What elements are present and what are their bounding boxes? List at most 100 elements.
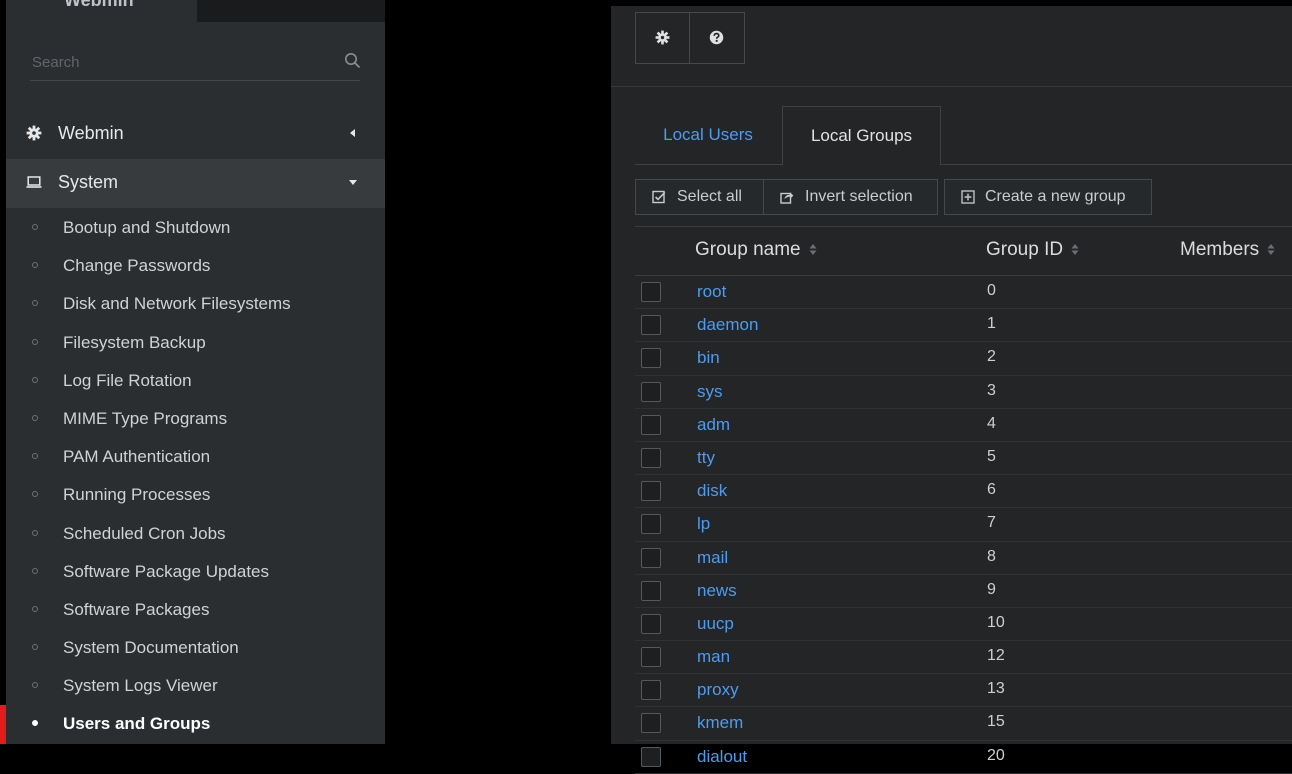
sidebar: Webmin Webmin bbox=[6, 0, 385, 744]
nav-category-webmin[interactable]: Webmin bbox=[6, 110, 385, 158]
sidebar-item-label: Scheduled Cron Jobs bbox=[63, 523, 226, 543]
table-row: news 9 bbox=[635, 575, 1292, 608]
group-name-link[interactable]: root bbox=[697, 282, 726, 302]
sidebar-item-label: MIME Type Programs bbox=[63, 408, 228, 428]
sidebar-item-processes[interactable]: Running Processes bbox=[6, 476, 385, 514]
help-button[interactable] bbox=[689, 12, 745, 64]
group-name-link[interactable]: bin bbox=[697, 348, 720, 368]
nav-category-label: System bbox=[58, 172, 119, 192]
sidebar-item-cron[interactable]: Scheduled Cron Jobs bbox=[6, 515, 385, 553]
sidebar-item-label: Bootup and Shutdown bbox=[63, 218, 231, 237]
select-all-button[interactable]: Select all bbox=[635, 179, 764, 215]
group-name-link[interactable]: lp bbox=[697, 514, 710, 534]
group-name-link[interactable]: sys bbox=[697, 382, 723, 402]
row-checkbox[interactable] bbox=[641, 447, 661, 468]
bullet-icon bbox=[32, 262, 38, 269]
sidebar-item-filesystem-backup[interactable]: Filesystem Backup bbox=[6, 324, 385, 362]
sidebar-item-users-groups[interactable]: Users and Groups bbox=[6, 705, 385, 743]
sort-icon bbox=[809, 244, 817, 256]
group-name-link[interactable]: disk bbox=[697, 481, 727, 501]
row-checkbox[interactable] bbox=[641, 514, 661, 535]
create-group-button[interactable]: Create a new group bbox=[944, 179, 1152, 215]
search-input[interactable] bbox=[30, 50, 324, 74]
sidebar-item-filesystems[interactable]: Disk and Network Filesystems bbox=[6, 285, 385, 323]
row-checkbox[interactable] bbox=[641, 315, 661, 336]
invert-selection-button[interactable]: Invert selection bbox=[763, 179, 938, 215]
group-name-link[interactable]: daemon bbox=[697, 315, 758, 335]
group-id-cell: 15 bbox=[987, 713, 1005, 731]
sidebar-item-pam[interactable]: PAM Authentication bbox=[6, 438, 385, 476]
group-name-link[interactable]: tty bbox=[697, 448, 715, 468]
row-checkbox[interactable] bbox=[641, 414, 661, 435]
row-checkbox[interactable] bbox=[641, 381, 661, 402]
table-row: dialout 20 bbox=[635, 741, 1292, 774]
bullet-icon bbox=[32, 300, 38, 307]
group-name-link[interactable]: dialout bbox=[697, 747, 747, 767]
column-header-group-id[interactable]: Group ID bbox=[986, 239, 1079, 261]
sidebar-item-bootup[interactable]: Bootup and Shutdown bbox=[6, 209, 385, 247]
row-checkbox[interactable] bbox=[641, 613, 661, 634]
sidebar-item-mime-types[interactable]: MIME Type Programs bbox=[6, 400, 385, 438]
tab-local-users[interactable]: Local Users bbox=[635, 106, 781, 164]
sidebar-item-label: Filesystem Backup bbox=[63, 332, 206, 352]
group-name-link[interactable]: proxy bbox=[697, 680, 739, 700]
column-header-members[interactable]: Members bbox=[1180, 239, 1275, 261]
group-id-cell: 12 bbox=[987, 647, 1005, 665]
sidebar-item-label: Software Package Updates bbox=[63, 561, 270, 581]
group-name-link[interactable]: man bbox=[697, 647, 730, 667]
sidebar-item-change-passwords[interactable]: Change Passwords bbox=[6, 247, 385, 285]
table-row: uucp 10 bbox=[635, 608, 1292, 642]
group-name-link[interactable]: uucp bbox=[697, 614, 734, 634]
row-checkbox[interactable] bbox=[641, 547, 661, 568]
group-name-link[interactable]: mail bbox=[697, 548, 728, 568]
column-header-label: Group ID bbox=[986, 239, 1064, 260]
bullet-icon bbox=[32, 376, 38, 383]
sidebar-item-label: Users and Groups bbox=[63, 714, 211, 734]
search-icon[interactable] bbox=[344, 52, 362, 70]
row-checkbox[interactable] bbox=[641, 481, 661, 502]
sidebar-item-label: PAM Authentication bbox=[63, 447, 211, 467]
sidebar-item-label: Disk and Network Filesystems bbox=[63, 294, 291, 314]
bullet-icon bbox=[32, 338, 38, 345]
sidebar-item-documentation[interactable]: System Documentation bbox=[6, 629, 385, 667]
sidebar-item-logs-viewer[interactable]: System Logs Viewer bbox=[6, 667, 385, 705]
table-row: sys 3 bbox=[635, 376, 1292, 409]
invert-selection-label: Invert selection bbox=[805, 188, 913, 205]
module-config-button[interactable] bbox=[635, 12, 691, 64]
group-name-link[interactable]: news bbox=[697, 581, 737, 601]
sidebar-item-package-updates[interactable]: Software Package Updates bbox=[6, 553, 385, 591]
table-row: mail 8 bbox=[635, 542, 1292, 575]
select-all-label: Select all bbox=[677, 188, 742, 205]
column-header-group-name[interactable]: Group name bbox=[695, 239, 817, 261]
tab-local-groups[interactable]: Local Groups bbox=[782, 106, 941, 166]
row-checkbox[interactable] bbox=[641, 746, 661, 767]
table-row: root 0 bbox=[635, 276, 1292, 310]
brand-strip: Webmin bbox=[6, 0, 385, 22]
brand-strip-dark bbox=[197, 0, 385, 22]
group-name-link[interactable]: adm bbox=[697, 415, 730, 435]
nav-category-system[interactable]: System bbox=[6, 159, 385, 208]
bullet-icon bbox=[32, 644, 38, 651]
bullet-icon bbox=[32, 682, 38, 689]
row-checkbox[interactable] bbox=[641, 647, 661, 668]
sidebar-item-label: Running Processes bbox=[63, 485, 211, 505]
bullet-icon bbox=[32, 529, 38, 536]
row-checkbox[interactable] bbox=[641, 580, 661, 601]
table-row: kmem 15 bbox=[635, 707, 1292, 741]
sidebar-item-log-rotation[interactable]: Log File Rotation bbox=[6, 362, 385, 400]
group-id-cell: 7 bbox=[987, 514, 996, 532]
bullet-icon bbox=[32, 414, 38, 421]
bullet-icon bbox=[32, 567, 38, 574]
sidebar-item-packages[interactable]: Software Packages bbox=[6, 591, 385, 629]
group-id-cell: 9 bbox=[987, 580, 996, 598]
row-checkbox[interactable] bbox=[641, 680, 661, 701]
group-name-link[interactable]: kmem bbox=[697, 713, 743, 733]
group-id-cell: 1 bbox=[987, 315, 996, 333]
row-checkbox[interactable] bbox=[641, 713, 661, 734]
row-checkbox[interactable] bbox=[641, 348, 661, 369]
table-row: bin 2 bbox=[635, 342, 1292, 376]
row-checkbox[interactable] bbox=[641, 282, 661, 302]
question-circle-icon bbox=[709, 30, 724, 45]
sidebar-item-label: Change Passwords bbox=[63, 256, 211, 276]
column-header-label: Members bbox=[1180, 239, 1260, 260]
